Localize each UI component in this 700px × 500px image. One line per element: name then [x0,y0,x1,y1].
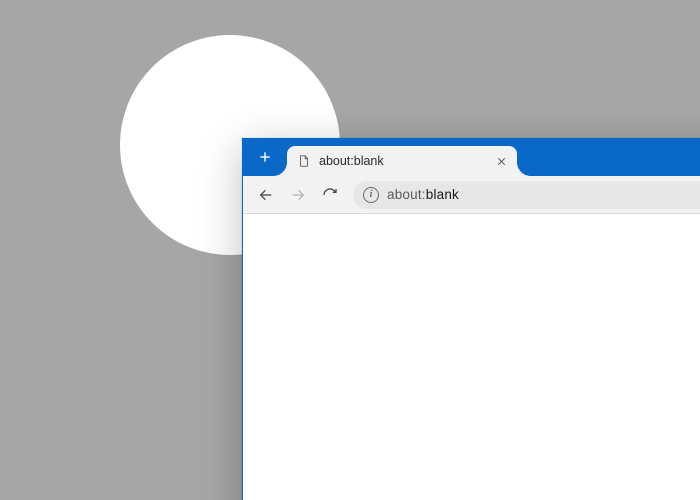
plus-icon [258,150,272,164]
address-bar[interactable]: i about:blank [353,181,700,209]
arrow-right-icon [290,187,306,203]
page-viewport[interactable] [243,214,700,500]
info-icon: i [370,190,373,200]
tab-strip: about:blank [243,138,700,176]
reload-button[interactable] [315,180,345,210]
browser-tab[interactable]: about:blank [287,146,517,176]
tab-title: about:blank [319,154,485,168]
reload-icon [322,187,338,203]
toolbar: i about:blank [243,176,700,214]
url-scheme: about: [387,187,426,202]
arrow-left-icon [258,187,274,203]
url-host: blank [426,187,459,202]
tab-close-button[interactable] [493,153,509,169]
back-button[interactable] [251,180,281,210]
forward-button[interactable] [283,180,313,210]
site-info-button[interactable]: i [363,187,379,203]
close-icon [496,156,507,167]
browser-window: about:blank i about:blank [242,138,700,500]
file-icon [297,154,311,168]
url-text[interactable]: about:blank [387,187,700,202]
